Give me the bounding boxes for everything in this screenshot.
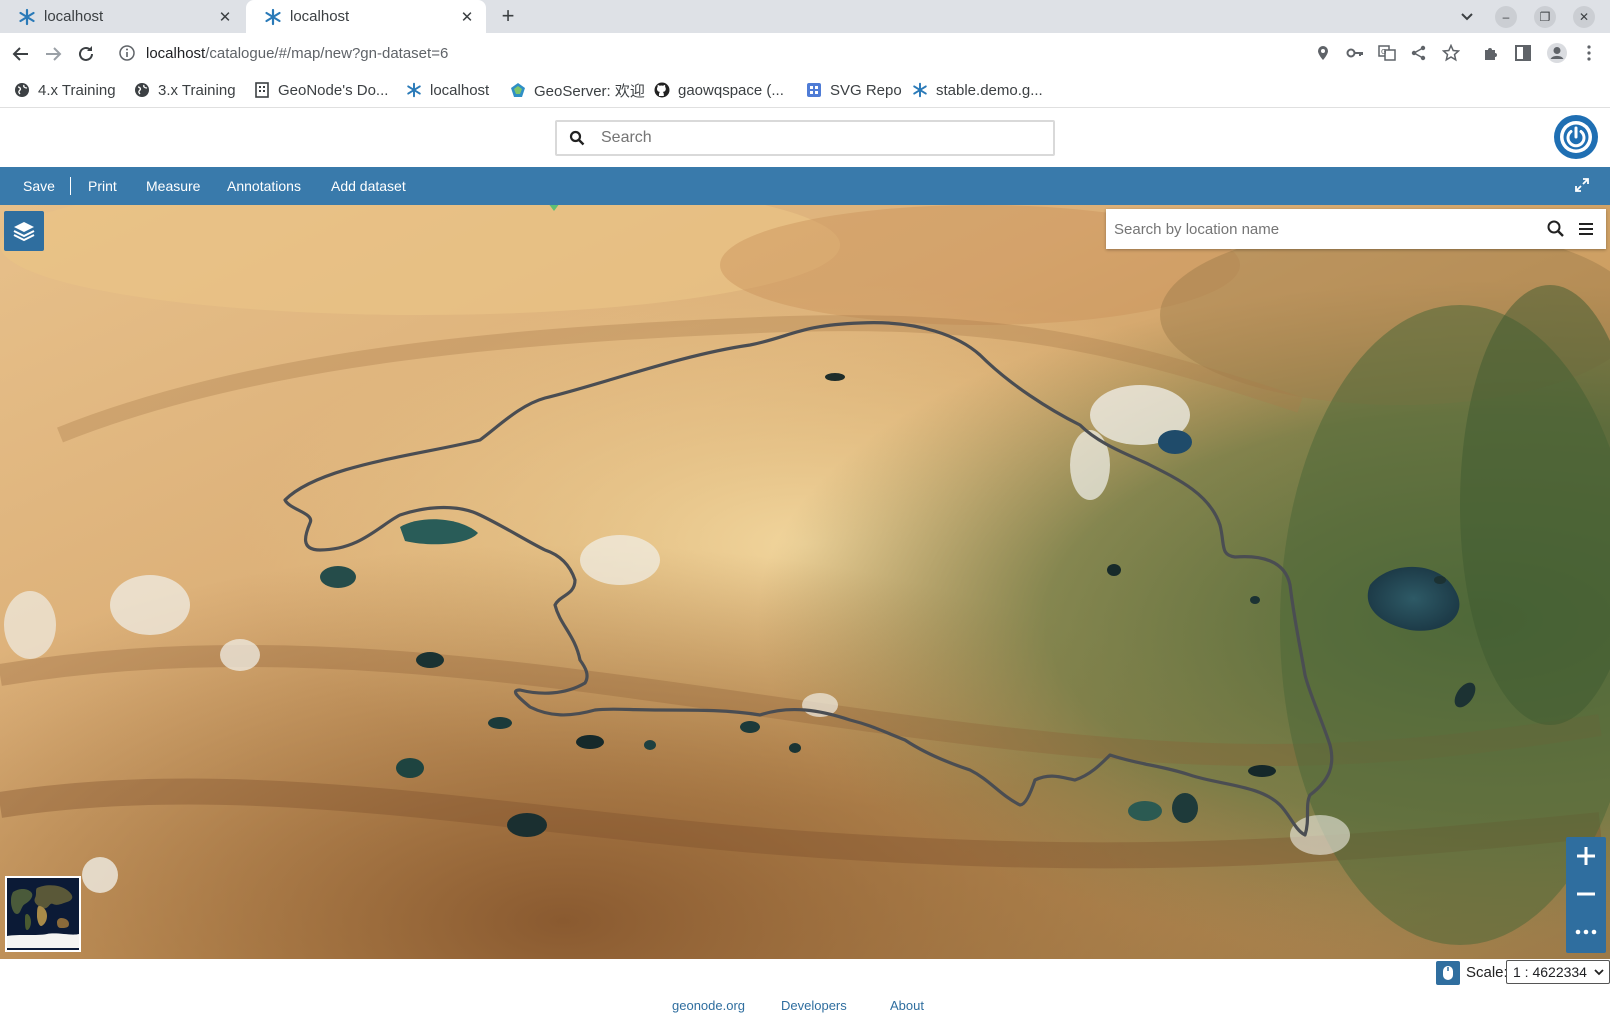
close-tab-icon[interactable]: ✕ bbox=[216, 8, 234, 26]
geonode-header bbox=[0, 108, 1610, 167]
location-search-box[interactable] bbox=[1106, 209, 1606, 249]
annotations-button[interactable]: Annotations bbox=[227, 167, 301, 205]
fullscreen-expand-icon[interactable] bbox=[1574, 177, 1590, 193]
svgrepo-icon bbox=[807, 83, 821, 97]
menu-divider bbox=[70, 177, 71, 195]
bookmark-label: 3.x Training bbox=[158, 81, 236, 99]
overview-minimap[interactable] bbox=[5, 876, 81, 952]
bookmark-4x-training[interactable]: 4.x Training bbox=[14, 80, 116, 100]
zoom-out-button[interactable] bbox=[1566, 875, 1606, 913]
location-search-input[interactable] bbox=[1106, 219, 1546, 239]
bookmark-label: stable.demo.g... bbox=[936, 81, 1043, 99]
bookmark-label: GeoNode's Do... bbox=[278, 81, 389, 99]
bookmark-star-icon[interactable] bbox=[1442, 44, 1460, 62]
footer-link-about[interactable]: About bbox=[890, 998, 924, 1013]
geonode-icon bbox=[913, 82, 927, 98]
zoom-in-button[interactable] bbox=[1566, 837, 1606, 875]
browser-tab-2[interactable]: localhost ✕ bbox=[246, 0, 486, 33]
bookmark-svg-repo[interactable]: SVG Repo bbox=[806, 80, 902, 100]
print-button[interactable]: Print bbox=[88, 167, 117, 205]
bookmark-stable-demo[interactable]: stable.demo.g... bbox=[912, 80, 1043, 100]
world-map-thumbnail bbox=[7, 878, 79, 950]
footer-link-developers[interactable]: Developers bbox=[781, 998, 847, 1013]
mouse-icon bbox=[1443, 966, 1453, 980]
bookmark-label: SVG Repo bbox=[830, 81, 902, 99]
extensions-puzzle-icon[interactable] bbox=[1482, 44, 1500, 62]
bookmark-label: gaowqspace (... bbox=[678, 81, 784, 99]
browser-menu-icon[interactable] bbox=[1580, 44, 1598, 62]
reload-icon[interactable] bbox=[75, 43, 97, 65]
scale-value: 1 : 4622334 bbox=[1513, 964, 1587, 980]
svg-text:G: G bbox=[1381, 48, 1386, 56]
key-icon[interactable] bbox=[1346, 44, 1364, 62]
browser-toolbar: localhost/catalogue/#/map/new?gn-dataset… bbox=[0, 33, 1610, 73]
global-search-box[interactable] bbox=[555, 120, 1055, 156]
side-panel-icon[interactable] bbox=[1514, 44, 1532, 62]
tab-title: localhost bbox=[44, 8, 104, 25]
hamburger-menu-icon[interactable] bbox=[1576, 219, 1596, 239]
translate-icon[interactable]: G bbox=[1378, 44, 1396, 62]
geonode-favicon-icon bbox=[265, 8, 281, 25]
global-search-input[interactable] bbox=[599, 128, 1053, 148]
chevron-down-icon bbox=[1594, 969, 1604, 976]
back-arrow-icon[interactable] bbox=[10, 43, 32, 65]
layers-icon bbox=[13, 222, 35, 242]
mouse-position-button[interactable] bbox=[1436, 961, 1460, 985]
minus-icon bbox=[1577, 892, 1595, 896]
bookmark-geonode-docs[interactable]: GeoNode's Do... bbox=[254, 80, 388, 100]
bookmark-3x-training[interactable]: 3.x Training bbox=[134, 80, 236, 100]
tab-title: localhost bbox=[290, 8, 350, 25]
layers-toggle-button[interactable] bbox=[4, 211, 44, 251]
scale-bar: Scale: 1 : 4622334 bbox=[0, 959, 1610, 995]
user-menu-button[interactable] bbox=[1554, 115, 1598, 159]
scale-label: Scale: bbox=[1466, 964, 1508, 981]
location-pin-icon[interactable] bbox=[1314, 44, 1332, 62]
tab-search-chevron-icon[interactable] bbox=[1458, 8, 1476, 26]
minimize-window-button[interactable]: – bbox=[1495, 6, 1517, 28]
search-icon[interactable] bbox=[1546, 219, 1566, 239]
map-action-menubar: Save Print Measure Annotations Add datas… bbox=[0, 167, 1610, 205]
bookmark-localhost[interactable]: localhost bbox=[406, 80, 489, 100]
browser-tab-strip: localhost ✕ localhost ✕ + – ❐ ✕ bbox=[0, 0, 1610, 33]
geoserver-icon bbox=[511, 83, 525, 97]
satellite-basemap bbox=[0, 205, 1610, 959]
power-icon bbox=[1560, 121, 1592, 153]
add-dataset-button[interactable]: Add dataset bbox=[331, 167, 406, 205]
github-icon bbox=[654, 82, 670, 98]
bookmark-label: localhost bbox=[430, 81, 490, 99]
url-path: /catalogue/#/map/new?gn-dataset=6 bbox=[205, 44, 449, 62]
site-info-icon[interactable] bbox=[118, 44, 136, 62]
ellipsis-icon bbox=[1575, 929, 1597, 935]
new-tab-button[interactable]: + bbox=[496, 5, 520, 29]
browser-tab-1[interactable]: localhost ✕ bbox=[0, 0, 244, 33]
restore-window-button[interactable]: ❐ bbox=[1534, 6, 1556, 28]
save-button[interactable]: Save bbox=[23, 167, 55, 205]
zoom-controls bbox=[1566, 837, 1606, 953]
geonode-favicon-icon bbox=[19, 8, 35, 25]
more-tools-button[interactable] bbox=[1566, 913, 1606, 951]
profile-avatar-icon[interactable] bbox=[1546, 42, 1568, 64]
footer-link-geonode[interactable]: geonode.org bbox=[672, 998, 745, 1013]
close-tab-icon[interactable]: ✕ bbox=[458, 8, 476, 26]
url-host: localhost bbox=[146, 44, 206, 62]
globe-icon bbox=[135, 83, 149, 97]
scale-selector[interactable]: 1 : 4622334 bbox=[1506, 960, 1610, 984]
measure-button[interactable]: Measure bbox=[146, 167, 200, 205]
share-icon[interactable] bbox=[1410, 44, 1428, 62]
bookmark-geoserver[interactable]: GeoServer: 欢迎 bbox=[510, 80, 645, 100]
map-viewport[interactable] bbox=[0, 205, 1610, 959]
bookmark-label: 4.x Training bbox=[38, 81, 116, 99]
forward-arrow-icon[interactable] bbox=[42, 43, 64, 65]
geonode-icon bbox=[407, 82, 421, 98]
bookmarks-bar: 4.x Training 3.x Training GeoNode's Do..… bbox=[0, 73, 1610, 108]
globe-icon bbox=[15, 83, 29, 97]
address-bar[interactable]: localhost/catalogue/#/map/new?gn-dataset… bbox=[110, 37, 1310, 69]
bookmark-label: GeoServer: 欢迎 bbox=[534, 82, 645, 100]
building-icon bbox=[255, 82, 269, 98]
bookmark-github[interactable]: gaowqspace (... bbox=[654, 80, 784, 100]
close-window-button[interactable]: ✕ bbox=[1573, 6, 1595, 28]
search-icon bbox=[569, 130, 585, 146]
plus-icon bbox=[1577, 847, 1595, 865]
